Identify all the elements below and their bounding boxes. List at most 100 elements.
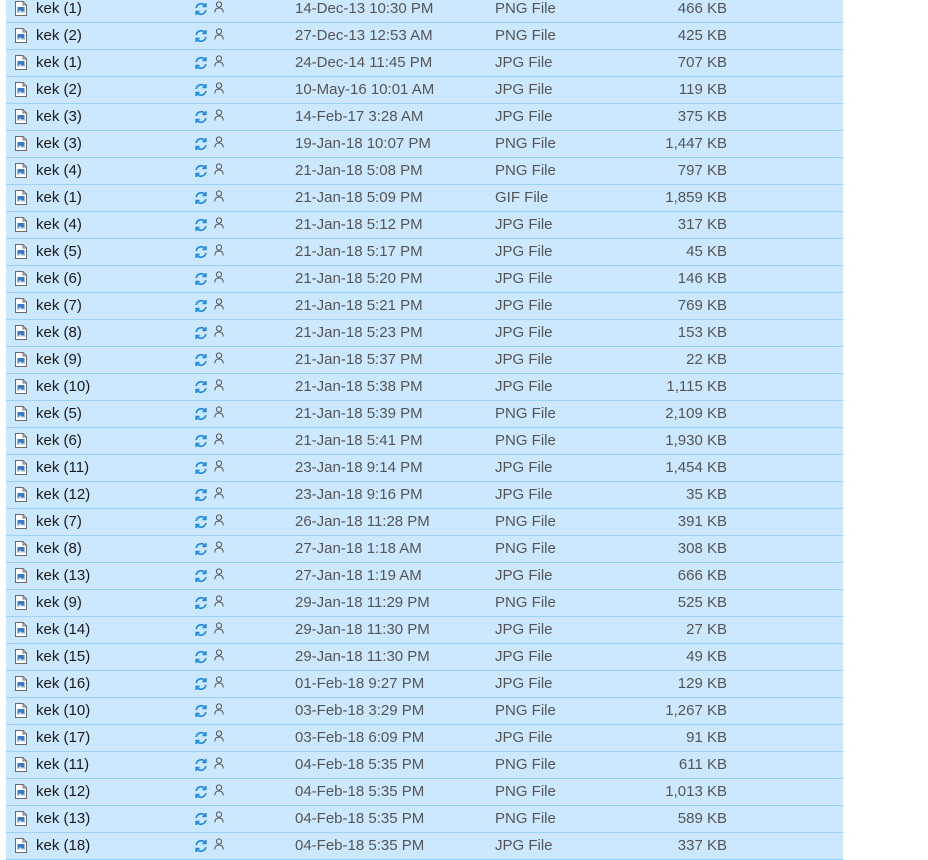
shared-person-icon [214, 244, 224, 256]
sync-status-icon [195, 408, 207, 420]
file-name: kek (1) [36, 0, 82, 17]
file-type: PNG File [495, 783, 556, 800]
file-row[interactable]: kek (10) 21-Jan-18 5:38 PM JPG File 1,11… [6, 374, 843, 401]
file-date-modified: 23-Jan-18 9:16 PM [295, 486, 423, 503]
file-row[interactable]: kek (11) 23-Jan-18 9:14 PM JPG File 1,45… [6, 455, 843, 482]
file-size: 666 KB [677, 567, 727, 584]
sync-status-icon [195, 57, 207, 69]
file-type: PNG File [495, 756, 556, 773]
image-file-icon [15, 28, 27, 43]
file-name: kek (10) [36, 702, 91, 719]
image-file-icon [15, 136, 27, 151]
file-row[interactable]: kek (2) 27-Dec-13 12:53 AM PNG File 425 … [6, 23, 843, 50]
file-row[interactable]: kek (7) 26-Jan-18 11:28 PM PNG File 391 … [6, 509, 843, 536]
file-size: 129 KB [677, 675, 727, 692]
image-file-icon [15, 757, 27, 772]
file-size: 308 KB [677, 540, 727, 557]
file-row[interactable]: kek (8) 27-Jan-18 1:18 AM PNG File 308 K… [6, 536, 843, 563]
file-type: JPG File [495, 621, 553, 638]
sync-status-icon [195, 138, 207, 150]
file-date-modified: 14-Dec-13 10:30 PM [295, 0, 434, 17]
file-date-modified: 21-Jan-18 5:08 PM [295, 162, 423, 179]
file-size: 27 KB [686, 621, 727, 638]
file-row[interactable]: kek (17) 03-Feb-18 6:09 PM JPG File 91 K… [6, 725, 843, 752]
file-name: kek (7) [36, 297, 82, 314]
file-size: 1,267 KB [665, 702, 727, 719]
sync-status-icon [195, 462, 207, 474]
file-name: kek (5) [36, 405, 82, 422]
file-name: kek (9) [36, 351, 82, 368]
file-name: kek (7) [36, 513, 82, 530]
file-type: JPG File [495, 729, 553, 746]
file-date-modified: 26-Jan-18 11:28 PM [295, 513, 430, 530]
file-row[interactable]: kek (15) 29-Jan-18 11:30 PM JPG File 49 … [6, 644, 843, 671]
sync-status-icon [195, 624, 207, 636]
file-row[interactable]: kek (5) 21-Jan-18 5:17 PM JPG File 45 KB [6, 239, 843, 266]
shared-person-icon [214, 271, 224, 283]
image-file-icon [15, 514, 27, 529]
file-size: 1,115 KB [666, 378, 727, 395]
file-row[interactable]: kek (1) 14-Dec-13 10:30 PM PNG File 466 … [6, 0, 843, 23]
shared-person-icon [214, 406, 224, 418]
file-size: 589 KB [677, 810, 727, 827]
file-row[interactable]: kek (1) 21-Jan-18 5:09 PM GIF File 1,859… [6, 185, 843, 212]
shared-person-icon [214, 298, 224, 310]
image-file-icon [15, 109, 27, 124]
file-row[interactable]: kek (10) 03-Feb-18 3:29 PM PNG File 1,26… [6, 698, 843, 725]
file-row[interactable]: kek (3) 19-Jan-18 10:07 PM PNG File 1,44… [6, 131, 843, 158]
file-row[interactable]: kek (5) 21-Jan-18 5:39 PM PNG File 2,109… [6, 401, 843, 428]
file-row[interactable]: kek (6) 21-Jan-18 5:20 PM JPG File 146 K… [6, 266, 843, 293]
file-row[interactable]: kek (18) 04-Feb-18 5:35 PM JPG File 337 … [6, 833, 843, 860]
shared-person-icon [214, 352, 224, 364]
shared-person-icon [214, 622, 224, 634]
file-name: kek (18) [36, 837, 91, 854]
file-type: PNG File [495, 513, 556, 530]
file-name: kek (3) [36, 135, 82, 152]
file-name: kek (3) [36, 108, 82, 125]
file-size: 1,013 KB [665, 783, 727, 800]
file-row[interactable]: kek (13) 04-Feb-18 5:35 PM PNG File 589 … [6, 806, 843, 833]
file-row[interactable]: kek (12) 23-Jan-18 9:16 PM JPG File 35 K… [6, 482, 843, 509]
file-type: JPG File [495, 324, 553, 341]
file-row[interactable]: kek (12) 04-Feb-18 5:35 PM PNG File 1,01… [6, 779, 843, 806]
file-row[interactable]: kek (6) 21-Jan-18 5:41 PM PNG File 1,930… [6, 428, 843, 455]
file-date-modified: 10-May-16 10:01 AM [295, 81, 435, 98]
shared-person-icon [214, 784, 224, 796]
file-row[interactable]: kek (16) 01-Feb-18 9:27 PM JPG File 129 … [6, 671, 843, 698]
image-file-icon [15, 1, 27, 16]
file-row[interactable]: kek (3) 14-Feb-17 3:28 AM JPG File 375 K… [6, 104, 843, 131]
file-row[interactable]: kek (4) 21-Jan-18 5:12 PM JPG File 317 K… [6, 212, 843, 239]
file-row[interactable]: kek (7) 21-Jan-18 5:21 PM JPG File 769 K… [6, 293, 843, 320]
file-row[interactable]: kek (13) 27-Jan-18 1:19 AM JPG File 666 … [6, 563, 843, 590]
file-size: 375 KB [677, 108, 727, 125]
file-row[interactable]: kek (4) 21-Jan-18 5:08 PM PNG File 797 K… [6, 158, 843, 185]
image-file-icon [15, 730, 27, 745]
file-type: PNG File [495, 135, 556, 152]
image-file-icon [15, 784, 27, 799]
file-size: 146 KB [677, 270, 727, 287]
file-size: 317 KB [677, 216, 727, 233]
file-date-modified: 21-Jan-18 5:17 PM [295, 243, 423, 260]
shared-person-icon [214, 811, 224, 823]
file-type: GIF File [495, 189, 549, 206]
sync-status-icon [195, 813, 207, 825]
file-row[interactable]: kek (8) 21-Jan-18 5:23 PM JPG File 153 K… [6, 320, 843, 347]
file-row[interactable]: kek (2) 10-May-16 10:01 AM JPG File 119 … [6, 77, 843, 104]
shared-person-icon [214, 649, 224, 661]
file-date-modified: 21-Jan-18 5:09 PM [295, 189, 423, 206]
file-row[interactable]: kek (9) 21-Jan-18 5:37 PM JPG File 22 KB [6, 347, 843, 374]
sync-status-icon [195, 759, 207, 771]
file-type: JPG File [495, 648, 553, 665]
image-file-icon [15, 703, 27, 718]
file-name: kek (10) [36, 378, 91, 395]
sync-status-icon [195, 192, 207, 204]
file-row[interactable]: kek (1) 24-Dec-14 11:45 PM JPG File 707 … [6, 50, 843, 77]
file-date-modified: 21-Jan-18 5:21 PM [295, 297, 423, 314]
image-file-icon [15, 460, 27, 475]
file-date-modified: 04-Feb-18 5:35 PM [295, 783, 425, 800]
shared-person-icon [214, 1, 224, 13]
file-date-modified: 21-Jan-18 5:12 PM [295, 216, 423, 233]
file-row[interactable]: kek (14) 29-Jan-18 11:30 PM JPG File 27 … [6, 617, 843, 644]
file-row[interactable]: kek (11) 04-Feb-18 5:35 PM PNG File 611 … [6, 752, 843, 779]
file-row[interactable]: kek (9) 29-Jan-18 11:29 PM PNG File 525 … [6, 590, 843, 617]
